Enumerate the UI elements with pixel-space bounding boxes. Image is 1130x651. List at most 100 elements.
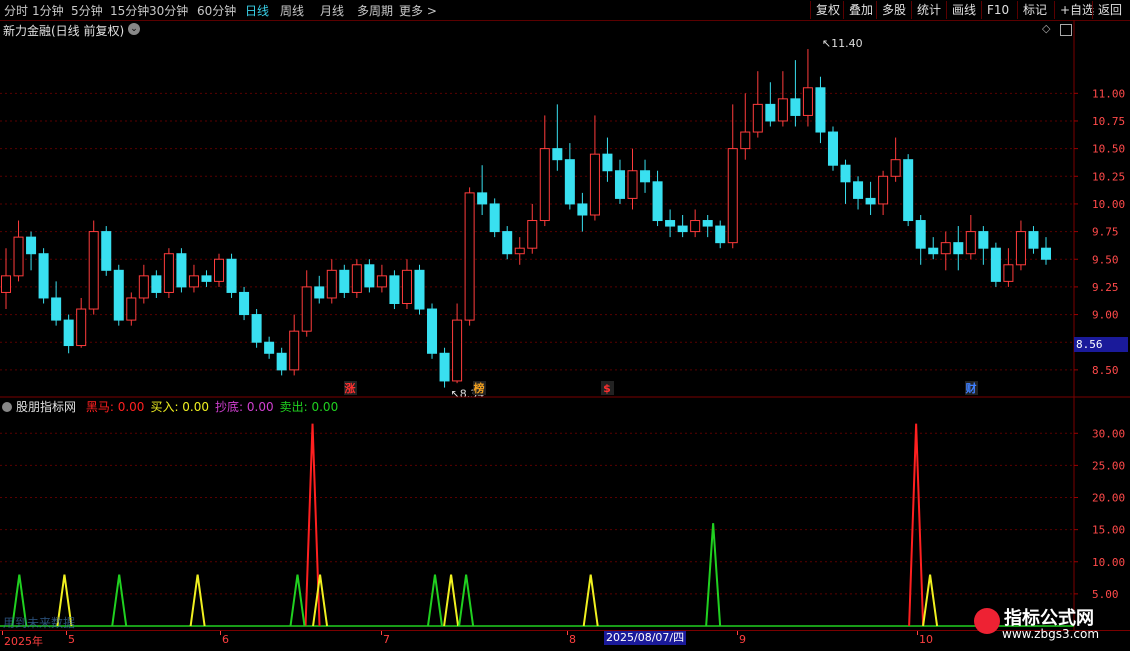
candle[interactable] (940, 231, 951, 271)
period-tab[interactable]: 周线 (280, 2, 304, 19)
candle[interactable] (239, 286, 250, 321)
candle[interactable] (802, 49, 813, 127)
event-mark[interactable]: 榜 (474, 381, 485, 395)
toolbar-button[interactable]: 画线 (946, 1, 981, 19)
period-tab[interactable]: 日线 (245, 2, 269, 19)
candle[interactable] (765, 82, 776, 127)
period-tab[interactable]: 15分钟 (110, 2, 149, 19)
candle[interactable] (702, 215, 713, 238)
candle[interactable] (915, 215, 926, 265)
candle[interactable] (840, 159, 851, 204)
diamond-icon[interactable]: ◇ (1042, 22, 1050, 35)
candle[interactable] (827, 126, 838, 171)
candle[interactable] (990, 242, 1001, 287)
toolbar-button[interactable]: 标记 (1017, 1, 1052, 19)
candle[interactable] (790, 60, 801, 127)
candle[interactable] (376, 264, 387, 293)
candle[interactable] (527, 203, 538, 254)
candle[interactable] (326, 259, 337, 304)
candle[interactable] (464, 187, 475, 326)
candle[interactable] (226, 253, 237, 298)
candle[interactable] (264, 336, 275, 359)
panel-toggle-icon[interactable] (1060, 24, 1072, 36)
period-tab[interactable]: 月线 (320, 2, 344, 19)
candle[interactable] (339, 264, 350, 298)
candle[interactable] (777, 71, 788, 127)
candle[interactable] (928, 237, 939, 260)
candle[interactable] (113, 264, 124, 326)
candle[interactable] (965, 215, 976, 260)
candle[interactable] (26, 231, 37, 271)
candle[interactable] (715, 220, 726, 249)
candle[interactable] (0, 248, 12, 310)
candle[interactable] (314, 275, 325, 304)
period-tab[interactable]: 30分钟 (149, 2, 188, 19)
candle[interactable] (151, 270, 162, 298)
candle[interactable] (514, 237, 525, 265)
candle[interactable] (878, 170, 889, 215)
candle[interactable] (577, 192, 588, 232)
candle[interactable] (13, 220, 24, 282)
candle[interactable] (890, 137, 901, 182)
toolbar-button[interactable]: 复权 (810, 1, 845, 19)
period-tab[interactable]: 分时 (4, 2, 28, 19)
candle[interactable] (690, 209, 701, 238)
event-mark[interactable]: 财 (965, 381, 977, 395)
candle[interactable] (477, 165, 488, 215)
candle[interactable] (63, 314, 74, 354)
candle[interactable] (903, 154, 914, 227)
candle[interactable] (953, 226, 964, 271)
candle[interactable] (665, 209, 676, 238)
candle[interactable] (740, 93, 751, 160)
candle[interactable] (727, 104, 738, 249)
candle[interactable] (1028, 226, 1039, 254)
candle[interactable] (188, 264, 199, 293)
candle[interactable] (38, 248, 49, 304)
candle[interactable] (126, 292, 137, 326)
candle[interactable] (201, 270, 212, 287)
indicator-chart[interactable]: 30.00 25.00 20.00 15.00 10.00 5.00 (0, 398, 1130, 630)
candle[interactable] (602, 137, 613, 182)
candle[interactable] (640, 159, 651, 193)
candle[interactable] (138, 264, 149, 304)
candle[interactable] (214, 253, 225, 287)
event-mark[interactable]: $ (603, 382, 611, 395)
gear-icon[interactable] (2, 402, 12, 412)
candle[interactable] (1003, 248, 1014, 287)
candle[interactable] (163, 248, 174, 298)
candle[interactable] (389, 270, 400, 310)
candle[interactable] (627, 148, 638, 210)
toolbar-button[interactable]: 叠加 (843, 1, 878, 19)
candle[interactable] (439, 347, 450, 388)
candle[interactable] (564, 143, 575, 210)
candle[interactable] (289, 314, 300, 376)
candle[interactable] (752, 71, 763, 138)
candlestick-chart[interactable]: 11.00 10.75 10.50 10.25 10.00 9.75 9.50 9.25 9.0… (0, 20, 1130, 398)
candle[interactable] (614, 159, 625, 204)
candle[interactable] (176, 248, 187, 293)
candle[interactable] (677, 215, 688, 238)
candle[interactable] (427, 303, 438, 359)
candle[interactable] (76, 297, 87, 348)
candle[interactable] (51, 281, 62, 326)
candle[interactable] (88, 220, 99, 315)
period-tab[interactable]: 1分钟 (32, 2, 64, 19)
toolbar-button[interactable]: 多股 (876, 1, 911, 19)
candle[interactable] (489, 198, 500, 238)
candle[interactable] (502, 226, 513, 260)
candle[interactable] (364, 259, 375, 293)
period-tab[interactable]: 5分钟 (71, 2, 103, 19)
period-tab[interactable]: 60分钟 (197, 2, 236, 19)
candle[interactable] (652, 170, 663, 227)
toolbar-button[interactable]: 返回 (1092, 1, 1127, 19)
toolbar-button[interactable]: F10 (981, 1, 1014, 19)
candle[interactable] (589, 115, 600, 221)
indicator-name[interactable]: 股朋指标网 (16, 400, 76, 414)
candle[interactable] (552, 104, 563, 171)
candle[interactable] (452, 303, 463, 384)
event-mark[interactable]: 涨 (345, 381, 356, 395)
toolbar-button[interactable]: 统计 (911, 1, 946, 19)
candle[interactable] (815, 76, 826, 144)
period-tab[interactable]: 多周期 (357, 2, 393, 19)
candle[interactable] (251, 309, 262, 348)
